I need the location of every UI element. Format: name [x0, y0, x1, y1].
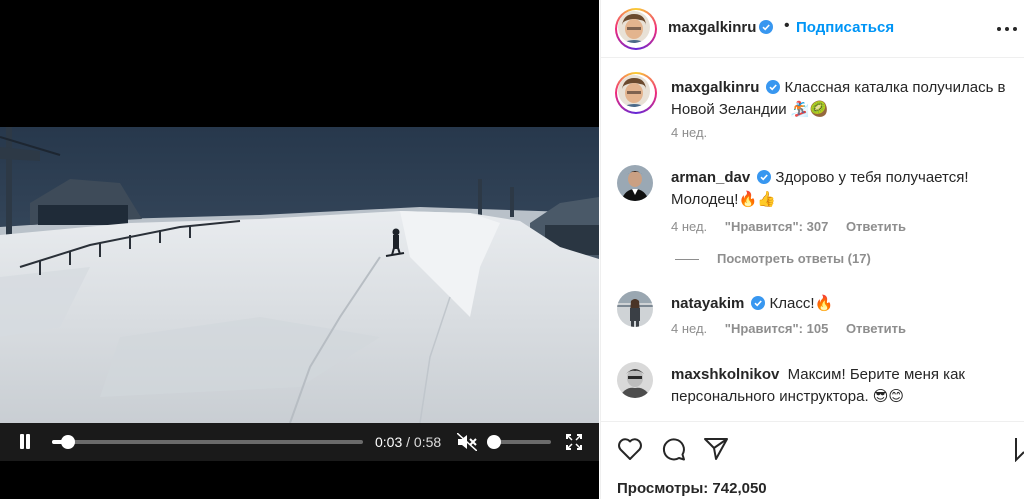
avatar[interactable]	[615, 8, 657, 50]
duration: / 0:58	[406, 434, 442, 450]
verified-icon	[759, 20, 774, 34]
comment-body: arman_dav Здорово у тебя получается! Мол…	[671, 167, 1011, 211]
caption-time: 4 нед.	[671, 125, 708, 140]
comment-avatar[interactable]	[617, 291, 653, 327]
comment-body: natayakim Класс!🔥	[671, 293, 1011, 315]
fullscreen-icon[interactable]	[566, 434, 582, 450]
comment-username[interactable]: arman_dav	[671, 169, 750, 186]
comment-avatar[interactable]	[617, 165, 653, 201]
caption-body: maxgalkinru Классная каталка получилась …	[671, 77, 1011, 121]
video-player[interactable]: 0:03 / 0:58	[0, 0, 599, 499]
view-replies-button[interactable]: Посмотреть ответы (17)	[675, 251, 871, 266]
current-time: 0:03	[375, 434, 403, 450]
comment-avatar[interactable]	[617, 362, 653, 398]
video-controls: 0:03 / 0:58	[0, 423, 599, 461]
separator-dot: •	[784, 17, 790, 34]
follow-button[interactable]: Подписаться	[796, 19, 894, 36]
views-count: Просмотры: 742,050	[617, 480, 767, 497]
comment-meta: 4 нед. "Нравится": 307 Ответить	[671, 219, 920, 234]
comment-time: 4 нед.	[671, 321, 708, 336]
comment-item: arman_dav Здорово у тебя получается! Мол…	[617, 165, 1017, 245]
comment-username[interactable]: maxshkolnikov	[671, 366, 779, 383]
comment-time: 4 нед.	[671, 219, 708, 234]
share-icon[interactable]	[703, 436, 729, 462]
video-still-snowboard	[0, 127, 599, 423]
time-readout: 0:03 / 0:58	[375, 434, 441, 450]
comment-body: maxshkolnikov Максим! Берите меня как пе…	[671, 364, 1011, 408]
volume-slider[interactable]	[487, 435, 551, 449]
more-icon[interactable]	[997, 27, 1017, 31]
author-username[interactable]: maxgalkinru	[668, 19, 774, 37]
comment-item: natayakim Класс!🔥 4 нед. "Нравится": 105…	[617, 291, 1017, 351]
video-frame[interactable]	[0, 127, 599, 423]
replies-divider	[675, 259, 699, 261]
comment-icon[interactable]	[661, 436, 687, 462]
comment-likes[interactable]: "Нравится": 307	[725, 219, 829, 234]
post-header: maxgalkinru • Подписаться	[601, 0, 1024, 58]
verified-icon	[766, 80, 781, 94]
caption-meta: 4 нед.	[671, 125, 721, 140]
verified-icon	[757, 170, 772, 184]
post-sidebar: maxgalkinru • Подписаться maxgalkinru Кл…	[600, 0, 1024, 499]
comment-meta: 4 нед. "Нравится": 105 Ответить	[671, 321, 920, 336]
verified-icon	[751, 296, 766, 310]
comment-text: Класс!🔥	[769, 295, 834, 312]
bookmark-icon[interactable]	[1013, 436, 1024, 462]
progress-bar[interactable]	[52, 435, 363, 449]
caption-avatar[interactable]	[615, 72, 657, 114]
progress-knob[interactable]	[60, 435, 75, 449]
view-replies-label[interactable]: Посмотреть ответы (17)	[717, 251, 871, 266]
pause-icon[interactable]	[18, 434, 32, 450]
reply-button[interactable]: Ответить	[846, 321, 906, 336]
post-actions: Просмотры: 742,050	[601, 421, 1024, 499]
caption-author[interactable]: maxgalkinru	[671, 79, 759, 96]
volume-knob[interactable]	[487, 435, 501, 449]
author-name[interactable]: maxgalkinru	[668, 19, 756, 36]
heart-icon[interactable]	[617, 436, 643, 462]
comments-list[interactable]: maxgalkinru Классная каталка получилась …	[601, 59, 1024, 421]
comment-likes[interactable]: "Нравится": 105	[725, 321, 829, 336]
mute-icon[interactable]	[456, 432, 478, 452]
reply-button[interactable]: Ответить	[846, 219, 906, 234]
comment-username[interactable]: natayakim	[671, 295, 744, 312]
post-caption: maxgalkinru Классная каталка получилась …	[615, 72, 1017, 143]
comment-item: maxshkolnikov Максим! Берите меня как пе…	[617, 362, 1017, 421]
